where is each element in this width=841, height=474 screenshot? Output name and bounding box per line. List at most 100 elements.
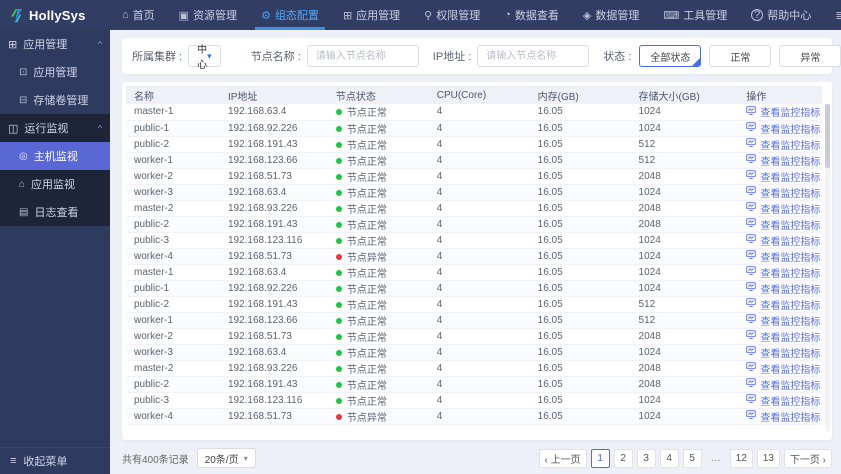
nav-item-7[interactable]: ◈ 数据管理: [571, 0, 651, 30]
nav-item-2[interactable]: ▣ 资源管理: [167, 0, 249, 30]
ip-label: IP地址 :: [432, 51, 472, 63]
monitor-chart-icon: [746, 394, 757, 406]
page-button-13[interactable]: 13: [756, 448, 780, 468]
view-metrics-link[interactable]: 查看监控指标: [746, 185, 820, 199]
nav-item-4[interactable]: ⊞ 应用管理: [331, 0, 412, 30]
data-view-icon: ◔: [504, 9, 511, 21]
view-metrics-link[interactable]: 查看监控指标: [746, 137, 820, 151]
view-metrics-link[interactable]: 查看监控指标: [746, 329, 820, 343]
cell-ip: 192.168.63.4: [219, 344, 328, 361]
view-metrics-link[interactable]: 查看监控指标: [746, 313, 820, 327]
page-button-12[interactable]: 12: [729, 448, 753, 468]
nav-item-10[interactable]: ≣更多▾: [823, 0, 841, 30]
cell-ip: 192.168.191.43: [219, 216, 328, 233]
cell-actions: 查看监控指标: [738, 152, 822, 169]
chevron-down-icon: ▾: [207, 50, 212, 61]
view-metrics-link[interactable]: 查看监控指标: [746, 281, 821, 296]
view-metrics-link[interactable]: 查看监控指标: [746, 104, 820, 119]
collapse-menu-button[interactable]: ≡ 收起菜单: [0, 447, 110, 474]
monitor-chart-icon: [746, 218, 757, 230]
cell-name: master-1: [126, 104, 220, 121]
prev-page-button[interactable]: ‹ 上一页: [538, 448, 587, 468]
view-metrics-link[interactable]: 查看监控指标: [746, 377, 820, 391]
cell-name: master-2: [126, 360, 220, 377]
view-metrics-link[interactable]: 查看监控指标: [746, 121, 821, 136]
status-dot-normal: [335, 125, 342, 132]
nav-item-1[interactable]: ⌂ 首页: [110, 0, 167, 30]
view-metrics-label: 查看监控指标: [760, 300, 821, 312]
view-metrics-link[interactable]: 查看监控指标: [746, 297, 821, 312]
nav-item-6[interactable]: ◔ 数据查看: [492, 0, 571, 30]
app-monitor-icon: ⌂: [19, 178, 26, 190]
sidebar-item-label: 日志查看: [34, 207, 79, 219]
view-metrics-link[interactable]: 查看监控指标: [746, 361, 820, 375]
status-text: 节点正常: [346, 140, 387, 152]
table-scrollbar[interactable]: [825, 104, 830, 432]
table-row: public-2 192.168.191.43 节点正常 4 16.05 2048 查看监控…: [126, 216, 822, 233]
page-size-select[interactable]: 20条/页 ▾: [196, 448, 256, 468]
status-abnormal-button[interactable]: 异常: [779, 45, 841, 67]
brand-name: HollySys: [29, 7, 86, 23]
view-metrics-link[interactable]: 查看监控指标: [746, 169, 820, 183]
log-view-icon: ▤: [19, 206, 29, 218]
sidebar-group-1[interactable]: ⊞ 应用管理 ^: [0, 30, 110, 58]
page-button-5[interactable]: 5: [682, 448, 702, 468]
status-dot-normal: [335, 301, 342, 308]
next-page-button[interactable]: 下一页 ›: [783, 448, 832, 468]
ip-input[interactable]: [477, 45, 590, 67]
cell-memory: 16.05: [529, 360, 631, 377]
sidebar-item-应用监视[interactable]: ⌂ 应用监视: [0, 170, 110, 198]
nav-item-label: 数据管理: [595, 10, 640, 22]
view-metrics-label: 查看监控指标: [760, 124, 821, 136]
view-metrics-link[interactable]: 查看监控指标: [746, 345, 820, 359]
nav-item-9[interactable]: ? 帮助中心: [739, 0, 823, 30]
view-metrics-link[interactable]: 查看监控指标: [746, 265, 820, 279]
monitor-chart-icon: [746, 330, 757, 342]
view-metrics-link[interactable]: 查看监控指标: [746, 249, 820, 263]
cell-cpu: 4: [428, 136, 530, 153]
column-header: 内存(GB): [529, 86, 631, 104]
cell-memory: 16.05: [529, 200, 631, 217]
sidebar-item-日志查看[interactable]: ▤ 日志查看: [0, 198, 110, 226]
page-button-2[interactable]: 2: [613, 448, 633, 468]
nav-item-8[interactable]: ⌨ 工具管理: [651, 0, 739, 30]
table-row: worker-1 192.168.123.66 节点正常 4 16.05 512 查看监控指…: [126, 312, 822, 329]
view-metrics-link[interactable]: 查看监控指标: [746, 153, 820, 167]
nav-item-label: 权限管理: [436, 10, 481, 22]
nav-item-3[interactable]: ⚙ 组态配置: [249, 0, 331, 30]
resource-manage-icon: ▣: [178, 9, 190, 22]
table-scrollbar-thumb[interactable]: [825, 104, 830, 168]
view-metrics-link[interactable]: 查看监控指标: [746, 393, 820, 407]
page-button-3[interactable]: 3: [636, 448, 656, 468]
status-all-button[interactable]: 全部状态: [639, 45, 702, 67]
cell-cpu: 4: [428, 232, 530, 249]
cell-name: public-2: [126, 296, 220, 313]
table-footer: 共有400条记录 20条/页 ▾ ‹ 上一页 1 2 3 4 5… 12 13 下一页 ›: [122, 440, 832, 468]
node-table: 名称 IP地址 节点状态 CPU(Core) 内存(GB) 存储大小(GB) 操作 mast…: [126, 86, 822, 425]
nav-item-label: 数据查看: [514, 10, 559, 22]
node-name-input[interactable]: [306, 45, 419, 67]
page-button-4[interactable]: 4: [659, 448, 679, 468]
table-row: master-1 192.168.63.4 节点正常 4 16.05 1024 查看监控指标: [126, 264, 822, 281]
table-row: public-3 192.168.123.116 节点正常 4 16.05 1024 查看监…: [126, 392, 822, 409]
sidebar-item-存储卷管理[interactable]: ⊟ 存储卷管理: [0, 86, 110, 114]
sidebar-group-2[interactable]: ◫ 运行监视 ^: [0, 114, 110, 142]
page-button-1[interactable]: 1: [590, 448, 610, 468]
chevron-up-icon: ^: [97, 40, 102, 48]
view-metrics-link[interactable]: 查看监控指标: [746, 409, 820, 423]
sidebar-item-主机监视[interactable]: ◎ 主机监视: [0, 142, 110, 170]
cluster-select[interactable]: 中心 ▾: [188, 45, 221, 71]
nav-item-5[interactable]: ⚲ 权限管理: [412, 0, 492, 30]
view-metrics-link[interactable]: 查看监控指标: [746, 233, 820, 247]
view-metrics-label: 查看监控指标: [760, 284, 821, 296]
sidebar-item-应用管理[interactable]: ⊡ 应用管理: [0, 58, 110, 86]
cell-name: worker-3: [126, 344, 220, 361]
cell-status: 节点异常: [327, 408, 429, 425]
cluster-label: 所属集群 :: [132, 51, 183, 63]
view-metrics-link[interactable]: 查看监控指标: [746, 201, 820, 215]
column-header: 节点状态: [327, 86, 429, 104]
status-normal-button[interactable]: 正常: [709, 45, 772, 67]
node-table-card: 名称 IP地址 节点状态 CPU(Core) 内存(GB) 存储大小(GB) 操作 mast…: [122, 82, 832, 440]
cell-actions: 查看监控指标: [738, 312, 822, 329]
view-metrics-link[interactable]: 查看监控指标: [746, 217, 820, 231]
